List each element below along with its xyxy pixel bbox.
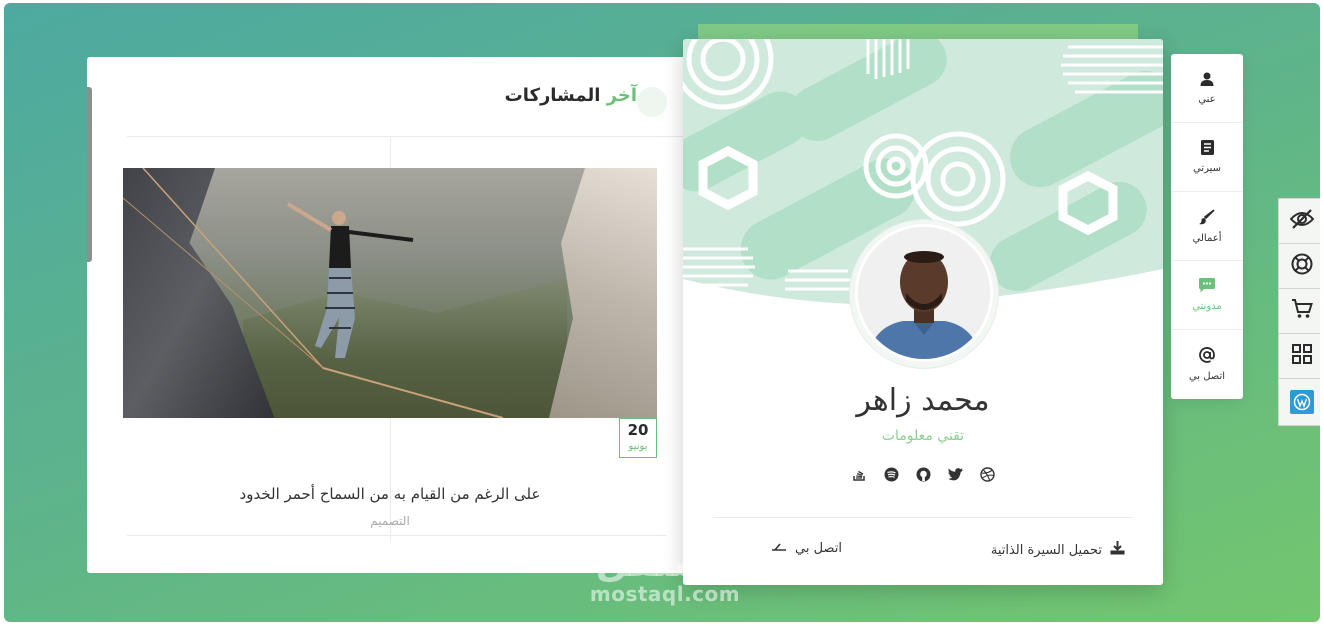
layouts-button[interactable]: [1279, 334, 1320, 379]
profile-name: محمد زاهر: [856, 383, 990, 418]
watermark: مستقل mostaql.com: [584, 543, 746, 605]
tool-strip: [1278, 198, 1320, 426]
date-badge: 20 يونيو: [619, 418, 657, 458]
divider: [127, 136, 707, 137]
social-links: [683, 465, 1163, 483]
watermark-latin: mostaql.com: [589, 582, 741, 606]
twitter-icon[interactable]: [946, 465, 964, 483]
date-month: يونيو: [628, 441, 648, 452]
grid-icon: [1291, 344, 1312, 368]
post-image[interactable]: [123, 168, 657, 418]
nav-label: مدونتي: [1192, 301, 1222, 312]
post-category[interactable]: التصميم: [87, 514, 693, 528]
avatar: [855, 224, 993, 362]
blog-card: آخر المشاركات 20 يونيو على الرغم من القي…: [87, 57, 707, 573]
nav-item-resume[interactable]: سيرتي: [1171, 123, 1243, 192]
lifebuoy-icon: [1291, 253, 1313, 279]
wordpress-icon: [1289, 389, 1314, 414]
nav-item-portfolio[interactable]: أعمالي: [1171, 192, 1243, 261]
profile-role: تقني معلومات: [881, 428, 965, 444]
nav-label: اتصل بي: [1188, 371, 1226, 382]
support-button[interactable]: [1279, 244, 1320, 289]
download-cv-label: تحميل السيرة الذاتية: [990, 542, 1102, 558]
profile-card: محمد زاهر تقني معلومات تحميل السيرة الذا…: [683, 39, 1163, 585]
resume-icon: [1200, 140, 1214, 159]
contact-button[interactable]: اتصل بي: [771, 541, 842, 556]
nav-item-blog[interactable]: مدونتي: [1171, 261, 1243, 330]
stack-overflow-icon[interactable]: [850, 465, 868, 483]
side-nav: عني سيرتي أعمالي مدونتي اتصل بي: [1171, 54, 1243, 399]
download-cv-button[interactable]: تحميل السيرة الذاتية: [991, 541, 1125, 559]
divider: [127, 535, 667, 536]
section-title-accent: آخر: [606, 85, 637, 106]
nav-item-contact[interactable]: اتصل بي: [1171, 330, 1243, 399]
user-icon: [1200, 71, 1214, 90]
wordpress-button[interactable]: [1279, 379, 1320, 424]
eye-off-icon: [1289, 209, 1314, 233]
contact-label: اتصل بي: [795, 541, 842, 556]
cart-button[interactable]: [1279, 289, 1320, 334]
chat-icon: [1199, 278, 1215, 297]
send-icon: [771, 541, 787, 556]
background-frame: آخر المشاركات 20 يونيو على الرغم من القي…: [4, 3, 1320, 622]
github-icon[interactable]: [914, 465, 932, 483]
cart-icon: [1291, 299, 1313, 323]
section-title: آخر المشاركات: [505, 85, 637, 106]
scrollbar[interactable]: [87, 87, 92, 262]
nav-label: عني: [1198, 94, 1216, 105]
date-day: 20: [627, 421, 649, 439]
post-title[interactable]: على الرغم من القيام به من السماح أحمر ال…: [87, 485, 693, 503]
section-title-rest: المشاركات: [504, 85, 601, 106]
at-icon: [1199, 347, 1215, 367]
hide-button[interactable]: [1279, 199, 1320, 244]
brush-icon: [1199, 208, 1215, 229]
spotify-icon[interactable]: [882, 465, 900, 483]
nav-label: أعمالي: [1192, 232, 1222, 244]
watermark-arabic: مستقل: [595, 541, 735, 585]
dribbble-icon[interactable]: [978, 465, 996, 483]
divider: [713, 517, 1133, 518]
nav-label: سيرتي: [1192, 163, 1222, 174]
download-icon: [1110, 541, 1125, 559]
title-decoration: [637, 87, 667, 117]
nav-item-about[interactable]: عني: [1171, 54, 1243, 123]
